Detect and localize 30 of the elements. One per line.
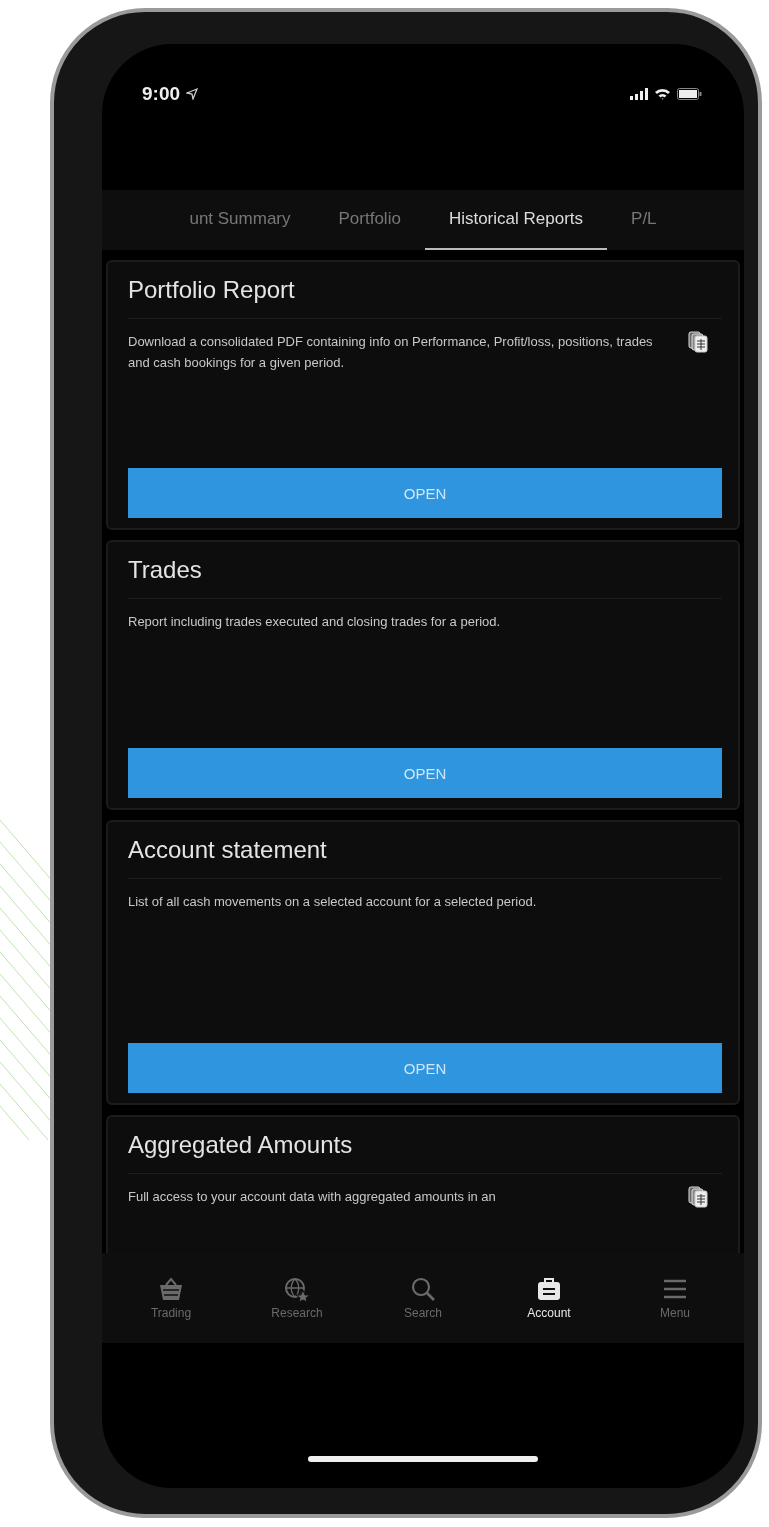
card-description: List of all cash movements on a selected account for a selected period.	[128, 893, 538, 911]
card-title: Aggregated Amounts	[128, 1131, 722, 1174]
card-title: Portfolio Report	[128, 276, 722, 319]
tab[interactable]: unt Summary	[165, 190, 315, 250]
signal-icon	[630, 88, 648, 100]
card-description: Report including trades executed and closing trades for a period.	[128, 613, 502, 631]
card-title: Trades	[128, 556, 722, 599]
nav-item[interactable]: Search	[368, 1275, 478, 1321]
open-button[interactable]: OPEN	[128, 748, 722, 798]
card-title: Account statement	[128, 836, 722, 879]
tab[interactable]: P/L	[607, 190, 681, 250]
nav-item[interactable]: Account	[494, 1275, 604, 1321]
nav-item[interactable]: Trading	[116, 1275, 226, 1321]
briefcase-icon	[535, 1276, 563, 1302]
basket-icon	[157, 1276, 185, 1302]
tab[interactable]: Historical Reports	[424, 190, 608, 250]
open-button[interactable]: OPEN	[128, 468, 722, 518]
card-description: Full access to your account data with aggregated amounts in an	[128, 1188, 497, 1206]
card-description: Download a consolidated PDF containing info on Performance, Profit/loss, positions, trades and cash bookings for a given period.	[128, 333, 654, 372]
tab[interactable]: Portfolio	[314, 190, 425, 250]
document-stack-icon[interactable]	[688, 331, 708, 353]
nav-item[interactable]: Menu	[620, 1275, 730, 1321]
status-time: 9:00	[142, 83, 181, 105]
battery-icon	[677, 88, 702, 100]
wifi-icon	[654, 88, 671, 100]
open-button[interactable]: OPEN	[128, 1043, 722, 1093]
search-icon	[409, 1276, 437, 1302]
document-stack-icon[interactable]	[688, 1186, 708, 1208]
globe-icon	[283, 1276, 311, 1302]
nav-item[interactable]: Research	[242, 1275, 352, 1321]
